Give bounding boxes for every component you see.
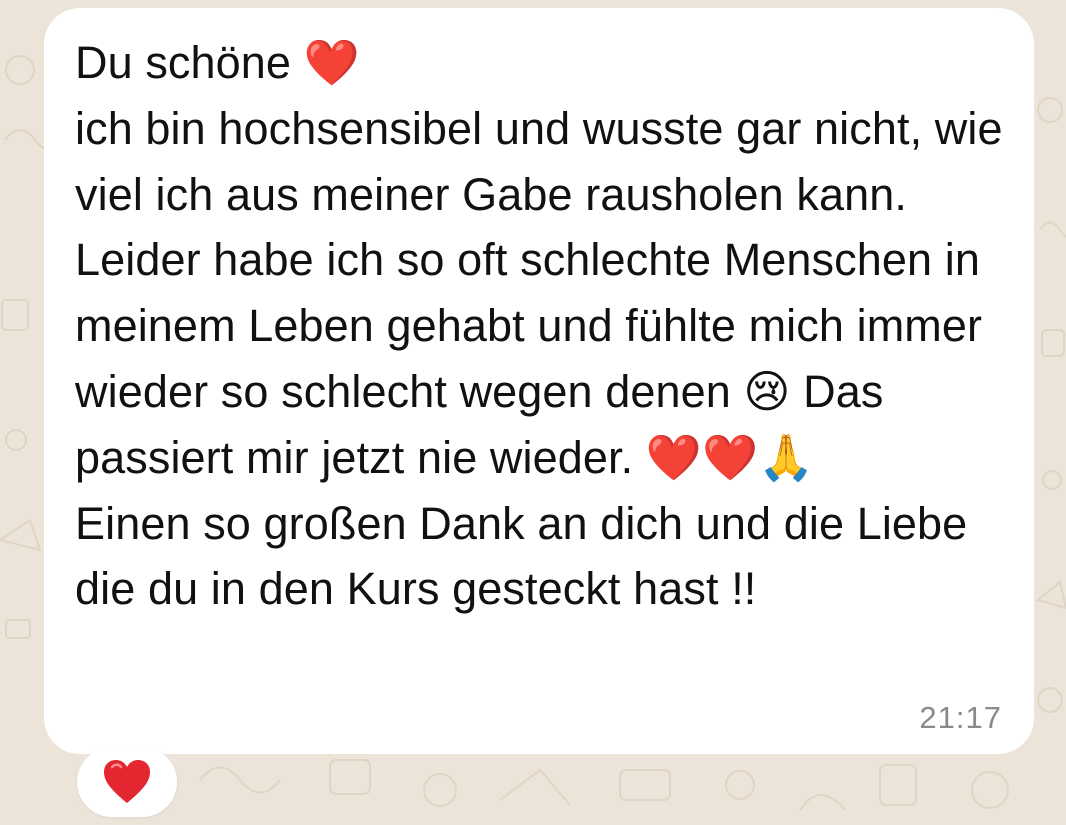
message-bubble[interactable]: Du schöne ❤️ ich bin hochsensibel und wu… <box>44 8 1034 754</box>
red-heart-icon <box>104 760 150 803</box>
message-text: Du schöne ❤️ ich bin hochsensibel und wu… <box>75 37 1003 615</box>
message-timestamp: 21:17 <box>919 700 1002 735</box>
reaction-badge[interactable] <box>77 747 177 817</box>
